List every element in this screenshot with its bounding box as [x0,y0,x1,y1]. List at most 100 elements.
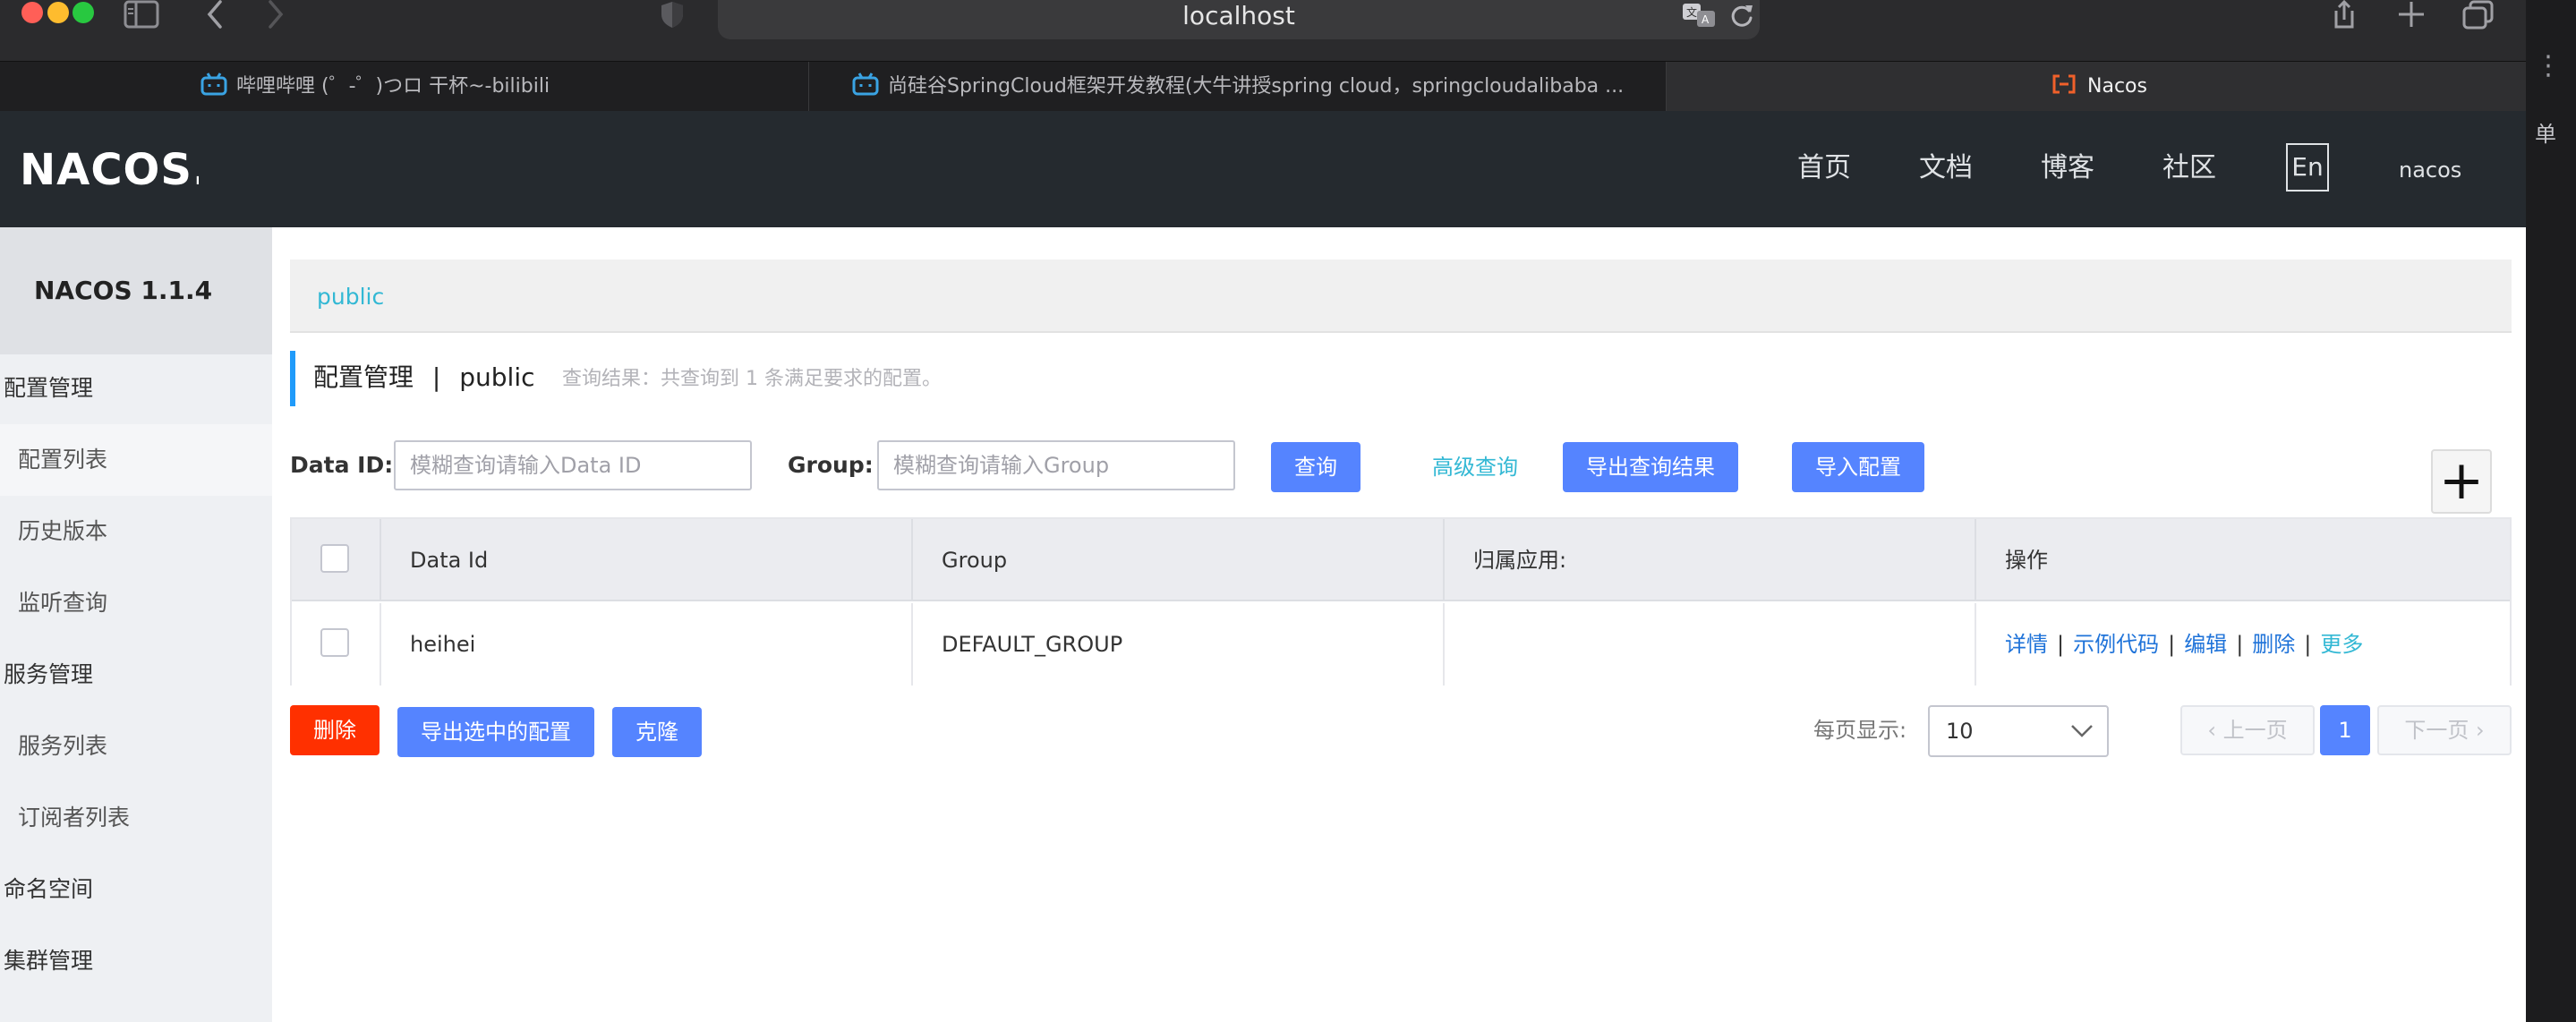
right-strip-text: 单 [2535,122,2556,147]
page-title-namespace: public [459,362,535,392]
advanced-query-button[interactable]: 高级查询 [1418,442,1532,492]
prev-page-label: 上一页 [2222,718,2288,743]
sidebar-group-namespace[interactable]: 命名空间 [4,872,93,907]
sidebar-item-service-list[interactable]: 服务列表 [0,711,272,782]
table-cell-group: DEFAULT_GROUP [913,603,1445,686]
bilibili-icon [200,72,227,96]
tab-overview-icon[interactable] [2461,0,2495,30]
page-size-value: 10 [1946,719,1974,744]
tab-nacos[interactable]: Nacos [1667,62,2526,112]
title-accent-bar [290,351,295,406]
op-separator: | [2057,632,2065,657]
op-edit-link[interactable]: 编辑 [2184,632,2227,657]
next-page-label: 下一页 [2404,718,2469,743]
chevron-right-icon: › [2469,718,2485,743]
add-config-button[interactable]: + [2431,449,2492,514]
next-page-button[interactable]: 下一页 › [2377,705,2512,755]
bilibili-icon [852,72,879,96]
delete-selected-button[interactable]: 删除 [290,705,380,755]
reload-icon[interactable] [1729,2,1754,29]
op-delete-link[interactable]: 删除 [2252,632,2295,657]
nav-docs[interactable]: 文档 [1919,150,1973,186]
prev-page-button[interactable]: ‹ 上一页 [2180,705,2315,755]
export-result-button[interactable]: 导出查询结果 [1563,442,1738,492]
sidebar-item-history[interactable]: 历史版本 [0,496,272,567]
group-label: Group: [788,452,874,478]
export-selected-button[interactable]: 导出选中的配置 [397,707,594,757]
language-toggle[interactable]: En [2286,143,2329,192]
table-cell-select [292,603,381,686]
sidebar-item-config-list[interactable]: 配置列表 [0,424,272,496]
svg-text:A: A [1702,13,1710,26]
nacos-header: NACOS. 首页 文档 博客 社区 En nacos [0,111,2526,227]
address-bar[interactable]: localhost 文 A [718,0,1760,39]
op-separator: | [2304,632,2312,657]
sidebar-group-service[interactable]: 服务管理 [4,657,93,693]
privacy-shield-icon[interactable] [659,0,686,29]
svg-text:文: 文 [1686,5,1697,19]
clone-button[interactable]: 克隆 [612,707,702,757]
namespace-bar: public [290,260,2512,333]
table-header-group: Group [913,519,1445,601]
tab-label: 哔哩哔哩 (゜-゜)つロ 干杯~-bilibili [236,75,550,98]
table-cell-dataid: heihei [381,603,913,686]
nacos-icon [2052,74,2076,94]
page-title: 配置管理 | public [313,360,535,396]
table-header-select [292,519,381,601]
sidebar-item-subscribers[interactable]: 订阅者列表 [0,782,272,854]
address-text[interactable]: localhost [718,0,1760,32]
op-sample-code-link[interactable]: 示例代码 [2073,632,2159,657]
table-cell-app [1445,603,1976,686]
nacos-logo[interactable]: NACOS. [20,143,199,193]
zoom-window-button[interactable] [73,2,94,23]
tab-label: Nacos [2087,75,2147,98]
op-separator: | [2168,632,2176,657]
more-dots-icon[interactable]: ⋮ [2535,53,2562,80]
select-all-checkbox[interactable] [320,544,349,573]
config-table: Data Id Group 归属应用: 操作 heihei DEFAULT_GR… [290,517,2512,686]
page-title-text: 配置管理 [313,362,414,392]
sidebar: NACOS 1.1.4 配置管理 配置列表 历史版本 监听查询 服务管理 服务列… [0,227,272,1022]
group-input[interactable] [877,440,1235,490]
table-header-ops: 操作 [1976,519,2510,601]
current-page-button[interactable]: 1 [2320,705,2370,755]
table-cell-ops: 详情 | 示例代码 | 编辑 | 删除 | 更多 [1976,603,2510,686]
close-window-button[interactable] [21,2,43,23]
share-icon[interactable] [2331,0,2358,30]
page-size-label: 每页显示: [1813,718,1907,743]
import-config-button[interactable]: 导入配置 [1792,442,1924,492]
dataid-label: Data ID: [290,452,394,478]
page-title-separator: | [431,362,441,392]
tab-springcloud[interactable]: 尚硅谷SpringCloud框架开发教程(大牛讲授spring cloud，sp… [809,62,1667,112]
chevron-left-icon: ‹ [2207,718,2223,743]
search-button[interactable]: 查询 [1271,442,1361,492]
dataid-input[interactable] [394,440,752,490]
forward-icon[interactable] [265,0,286,29]
nav-blog[interactable]: 博客 [2041,150,2094,186]
op-more-link[interactable]: 更多 [2320,632,2363,657]
nav-home[interactable]: 首页 [1797,150,1851,186]
sidebar-group-config[interactable]: 配置管理 [4,370,93,406]
table-header-dataid: Data Id [381,519,913,601]
page-size-select[interactable]: 10 [1928,705,2109,757]
sidebar-toggle-icon[interactable] [124,0,159,29]
logo-text: NACOS. [20,145,199,193]
minimize-window-button[interactable] [47,2,69,23]
table-header-app: 归属应用: [1445,519,1976,601]
tab-bilibili[interactable]: 哔哩哔哩 (゜-゜)つロ 干杯~-bilibili [0,62,809,112]
row-checkbox[interactable] [320,628,349,657]
namespace-public-link[interactable]: public [317,279,384,315]
op-detail-link[interactable]: 详情 [2005,632,2048,657]
op-separator: | [2236,632,2244,657]
new-tab-icon[interactable] [2397,0,2426,29]
translate-icon[interactable]: 文 A [1681,2,1717,29]
sidebar-item-listener-query[interactable]: 监听查询 [0,567,272,639]
user-name[interactable]: nacos [2399,152,2461,188]
chevron-down-icon [2071,725,2093,737]
query-result-text: 查询结果：共查询到 1 条满足要求的配置。 [562,368,942,390]
back-icon[interactable] [204,0,226,29]
sidebar-group-cluster[interactable]: 集群管理 [4,943,93,979]
browser-window: localhost 文 A 哔哩哔哩 (゜-゜)つロ 干杯~-bilibili … [0,0,2526,1022]
nav-community[interactable]: 社区 [2162,150,2216,186]
sidebar-title: NACOS 1.1.4 [0,227,272,354]
